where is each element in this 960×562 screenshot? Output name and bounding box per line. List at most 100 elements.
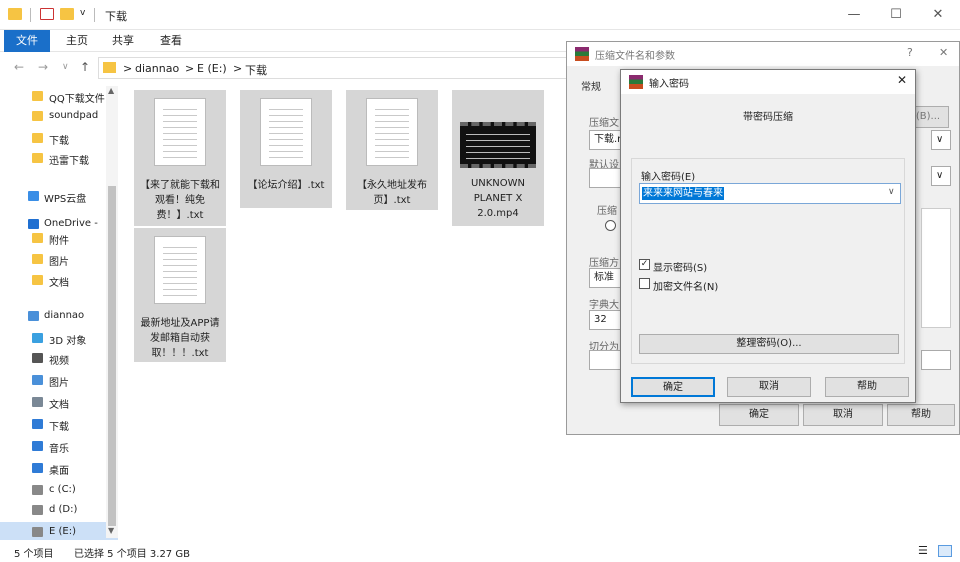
sidebar-item[interactable]: 下载 [0,128,118,149]
sidebar-item[interactable]: 图片 [0,370,118,391]
sidebar-item-label: 附件 [49,236,69,247]
close-button[interactable]: ✕ [918,4,958,26]
text-file-icon [154,236,206,304]
sidebar-item[interactable]: soundpad [0,106,118,127]
sidebar-item-label: 下载 [49,422,69,433]
folder-icon [8,8,22,20]
help-button[interactable]: 帮助 [825,377,909,397]
profile-dropdown[interactable]: ∨ [931,166,951,186]
text-file-icon [260,98,312,166]
winrar-icon [575,47,589,61]
show-password-label[interactable]: 显示密码(S) [653,259,707,274]
quick-access-dropdown[interactable]: v [80,8,85,18]
crumb-diannao[interactable]: diannao [135,62,179,75]
password-value: 来来来网站与春来 [642,187,724,200]
encrypt-filenames-checkbox[interactable] [639,278,650,289]
sidebar-item[interactable]: 3D 对象 [0,328,118,349]
cancel-button[interactable]: 取消 [727,377,811,397]
sidebar-item-label: 文档 [49,400,69,411]
show-password-checkbox[interactable]: ✓ [639,259,650,270]
name-dropdown[interactable]: ∨ [931,130,951,150]
file-item[interactable]: UNKNOWN PLANET X 2.0.mp4 [452,90,544,226]
help-button[interactable]: 帮助 [887,404,955,426]
up-arrow-icon[interactable]: ↑ [80,60,90,74]
tab-file[interactable]: 文件 [4,30,50,52]
maximize-button[interactable]: ☐ [876,4,916,26]
sidebar-item[interactable]: WPS云盘 [0,186,118,207]
back-arrow-icon[interactable]: ← [14,60,24,74]
sidebar-item[interactable]: 视频 [0,348,118,369]
sidebar-item[interactable]: 迅雷下载 [0,148,118,169]
file-name: 最新地址及APP请发邮箱自动获取！！！.txt [140,318,220,359]
sidebar-scrollbar[interactable]: ▲ ▼ [106,86,118,538]
sidebar-item[interactable]: diannao [0,306,118,327]
file-item[interactable]: 最新地址及APP请发邮箱自动获取！！！.txt [134,228,226,362]
tab-share[interactable]: 共享 [100,30,146,52]
recent-dropdown-icon[interactable]: ∨ [62,62,69,72]
separator [30,8,31,22]
sidebar-item[interactable]: 下载 [0,414,118,435]
sidebar-item[interactable]: 文档 [0,392,118,413]
minimize-button[interactable]: — [834,4,874,26]
folder-icon [32,133,43,143]
close-icon[interactable]: ✕ [897,73,907,87]
cancel-button[interactable]: 取消 [803,404,883,426]
method-label: 压缩方 [589,258,619,269]
item-count: 5 个项目 [14,549,54,560]
file-item[interactable]: 【来了就能下载和观看！纯免费！】.txt [134,90,226,226]
dialog-title: 压缩文件名和参数 [595,51,675,62]
properties-icon[interactable] [40,8,54,20]
window-title: 下载 [105,10,127,23]
folder-icon [32,91,43,101]
large-icons-view-icon[interactable] [938,545,952,557]
crumb-separator: > [185,62,195,75]
crumb-download[interactable]: 下载 [245,62,267,78]
sidebar-item[interactable]: 附件 [0,228,118,249]
method-field[interactable]: 标准 [589,268,621,288]
folder-icon [32,233,43,243]
scrollbar-thumb[interactable] [108,186,116,526]
sidebar-item[interactable]: QQ下载文件 [0,86,118,107]
dictionary-field[interactable]: 32 [589,310,621,330]
text-file-icon [366,98,418,166]
navigation-pane: QQ下载文件 soundpad 下载 迅雷下载 WPS云盘 OneDrive - 附件 图片文… [0,86,118,543]
tab-home[interactable]: 主页 [54,30,100,52]
file-item[interactable]: 【永久地址发布页】.txt [346,90,438,210]
split-field[interactable] [589,350,621,370]
crumb-drive-e[interactable]: E (E:) [197,62,227,75]
music-icon [32,441,43,451]
chevron-down-icon[interactable]: ∨ [888,187,895,197]
separator [94,8,95,22]
sidebar-item[interactable]: 图片 [0,249,118,270]
encrypt-filenames-label[interactable]: 加密文件名(N) [653,278,718,293]
password-input[interactable]: 来来来网站与春来 ∨ [639,183,901,204]
ok-button[interactable]: 确定 [719,404,799,426]
sidebar-item[interactable]: 音乐 [0,436,118,457]
cube-icon [32,333,43,343]
close-icon[interactable]: ✕ [939,46,948,59]
scroll-down-icon[interactable]: ▼ [108,526,114,535]
scroll-up-icon[interactable]: ▲ [108,86,114,95]
folder-icon [32,275,43,285]
sidebar-item-label: 图片 [49,257,69,268]
sidebar-item-label: 桌面 [49,466,69,477]
ok-button[interactable]: 确定 [631,377,715,397]
folder-icon [32,254,43,264]
tab-general[interactable]: 常规 [581,78,601,93]
file-name: 【永久地址发布页】.txt [357,180,427,206]
password-label: 输入密码(E) [641,172,696,183]
details-view-icon[interactable]: ☰ [918,544,928,557]
organize-passwords-button[interactable]: 整理密码(O)... [639,334,899,354]
split-unit-field[interactable] [921,350,951,370]
sidebar-item[interactable]: 文档 [0,270,118,291]
new-folder-icon[interactable] [60,8,74,20]
sidebar-item[interactable]: d (D:) [0,500,118,521]
document-icon [32,397,43,407]
forward-arrow-icon[interactable]: → [38,60,48,74]
sidebar-item[interactable]: c (C:) [0,480,118,501]
file-item[interactable]: 【论坛介绍】.txt [240,90,332,208]
help-icon[interactable]: ? [907,46,913,59]
tab-view[interactable]: 查看 [148,30,194,52]
sidebar-item[interactable]: 桌面 [0,458,118,479]
format-radio[interactable] [605,220,616,231]
